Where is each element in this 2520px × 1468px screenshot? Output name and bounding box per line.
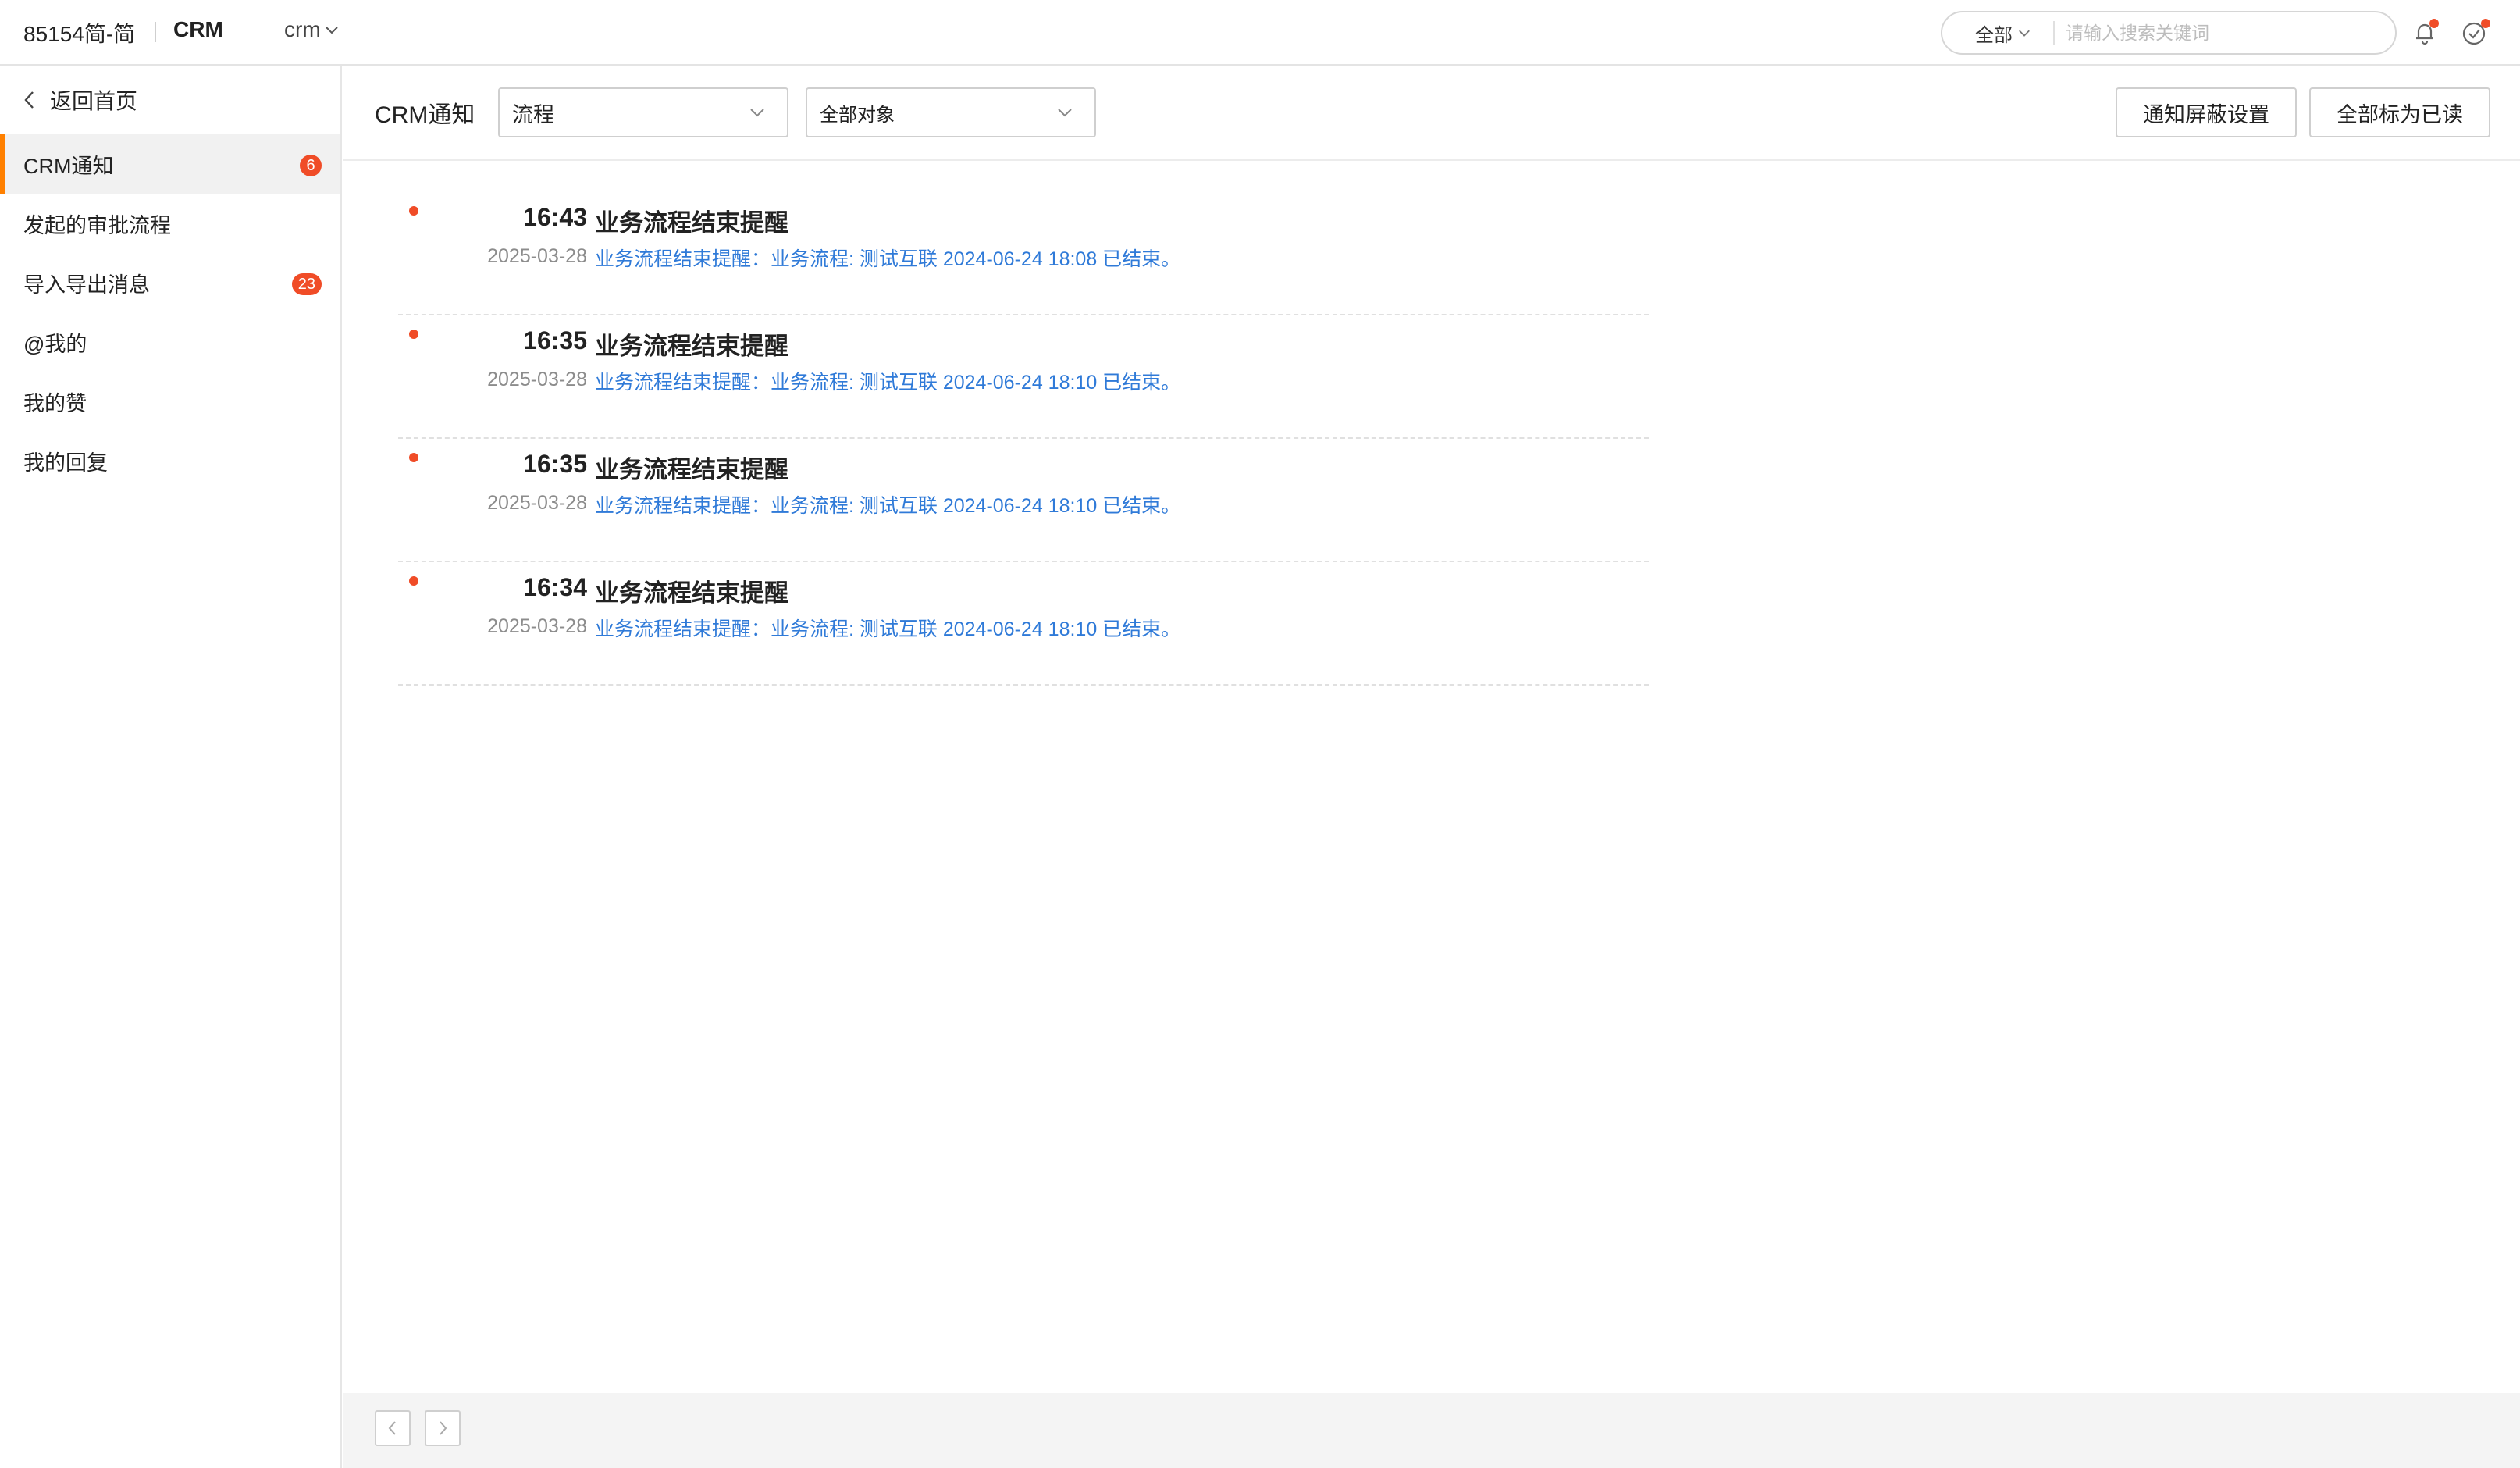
main-panel: CRM通知 流程 全部对象 通知屏蔽设置 全部标为已读 16:43 2025-0… (343, 66, 2520, 1468)
notification-message-link[interactable]: 业务流程结束提醒：业务流程: 测试互联 2024-06-24 18:10 已结束… (595, 614, 1180, 642)
notification-title: 业务流程结束提醒 (595, 456, 788, 483)
notification-date: 2025-03-28 (487, 492, 587, 514)
global-search: 全部 (1941, 11, 2397, 55)
notification-item[interactable]: 16:35 2025-03-28 业务流程结束提醒 业务流程结束提醒：业务流程:… (398, 315, 1649, 439)
page-title: CRM通知 (375, 102, 475, 128)
chevron-right-icon (440, 1421, 447, 1435)
pagination-bar (343, 1393, 2520, 1468)
unread-dot (409, 453, 418, 462)
back-home-link[interactable]: 返回首页 (22, 83, 137, 117)
notification-message-link[interactable]: 业务流程结束提醒：业务流程: 测试互联 2024-06-24 18:10 已结束… (595, 490, 1180, 518)
notification-title: 业务流程结束提醒 (595, 333, 788, 360)
sidebar-item-label: @我的 (23, 332, 87, 356)
notification-title: 业务流程结束提醒 (595, 209, 788, 237)
sidebar-item-label: 发起的审批流程 (23, 213, 171, 237)
back-home-label: 返回首页 (50, 89, 138, 113)
notification-bell-button[interactable] (2409, 17, 2440, 48)
object-filter-select[interactable]: 全部对象 (806, 87, 1096, 137)
mark-all-read-button[interactable]: 全部标为已读 (2309, 87, 2490, 137)
object-filter-value: 全部对象 (820, 104, 895, 126)
sidebar-item-label: 我的回复 (23, 451, 108, 475)
type-filter-value: 流程 (512, 102, 554, 126)
chevron-down-icon (750, 109, 764, 117)
top-bar: 85154简-简 CRM crm 全部 (0, 0, 2520, 66)
sidebar-item-approval-flows[interactable]: 发起的审批流程 (0, 194, 340, 253)
unread-dot (2429, 19, 2439, 28)
search-scope-label: 全部 (1975, 24, 2013, 46)
mute-settings-button[interactable]: 通知屏蔽设置 (2116, 87, 2297, 137)
sidebar-item-likes[interactable]: 我的赞 (0, 372, 340, 431)
notification-item[interactable]: 16:43 2025-03-28 业务流程结束提醒 业务流程结束提醒：业务流程:… (398, 192, 1649, 315)
unread-dot (2481, 19, 2490, 28)
chevron-down-icon (1058, 109, 1072, 117)
type-filter-select[interactable]: 流程 (498, 87, 788, 137)
count-badge: 23 (291, 273, 322, 295)
prev-page-button[interactable] (375, 1410, 411, 1446)
sidebar-item-label: 导入导出消息 (23, 273, 150, 297)
count-badge: 6 (300, 155, 322, 176)
notification-time: 16:35 (523, 326, 587, 355)
chevron-down-icon (325, 27, 338, 34)
notification-time: 16:43 (523, 203, 587, 231)
app-name: CRM (173, 17, 223, 41)
sidebar: 返回首页 CRM通知 6 发起的审批流程 导入导出消息 23 @我的 我的赞 我… (0, 66, 342, 1468)
sidebar-item-crm-notice[interactable]: CRM通知 6 (0, 134, 340, 194)
sidebar-item-label: 我的赞 (23, 391, 87, 415)
sidebar-item-replies[interactable]: 我的回复 (0, 431, 340, 490)
next-page-button[interactable] (425, 1410, 461, 1446)
notification-date: 2025-03-28 (487, 615, 587, 637)
notification-item[interactable]: 16:35 2025-03-28 业务流程结束提醒 业务流程结束提醒：业务流程:… (398, 439, 1649, 562)
search-input[interactable] (2055, 22, 2395, 44)
notification-date: 2025-03-28 (487, 369, 587, 390)
chevron-left-icon (388, 1421, 396, 1435)
sidebar-item-import-export[interactable]: 导入导出消息 23 (0, 253, 340, 312)
brand-divider (155, 22, 156, 42)
notification-time: 16:35 (523, 450, 587, 478)
notification-title: 业务流程结束提醒 (595, 579, 788, 607)
tasks-button[interactable] (2459, 17, 2490, 48)
company-name: 85154简-简 (23, 22, 136, 46)
notification-date: 2025-03-28 (487, 245, 587, 267)
unread-dot (409, 330, 418, 339)
chevron-left-icon (24, 91, 34, 109)
toolbar: CRM通知 流程 全部对象 通知屏蔽设置 全部标为已读 (343, 66, 2520, 161)
app-switcher[interactable]: crm (284, 17, 340, 42)
unread-dot (409, 206, 418, 216)
chevron-down-icon (2019, 30, 2030, 37)
sidebar-item-mentions[interactable]: @我的 (0, 312, 340, 372)
notification-time: 16:34 (523, 573, 587, 601)
notification-message-link[interactable]: 业务流程结束提醒：业务流程: 测试互联 2024-06-24 18:10 已结束… (595, 367, 1180, 395)
search-scope-select[interactable]: 全部 (1942, 20, 2053, 47)
notification-message-link[interactable]: 业务流程结束提醒：业务流程: 测试互联 2024-06-24 18:08 已结束… (595, 244, 1180, 272)
sidebar-item-label: CRM通知 (23, 154, 114, 178)
app-switcher-label: crm (284, 17, 321, 41)
notification-item[interactable]: 16:34 2025-03-28 业务流程结束提醒 业务流程结束提醒：业务流程:… (398, 562, 1649, 686)
unread-dot (409, 576, 418, 586)
